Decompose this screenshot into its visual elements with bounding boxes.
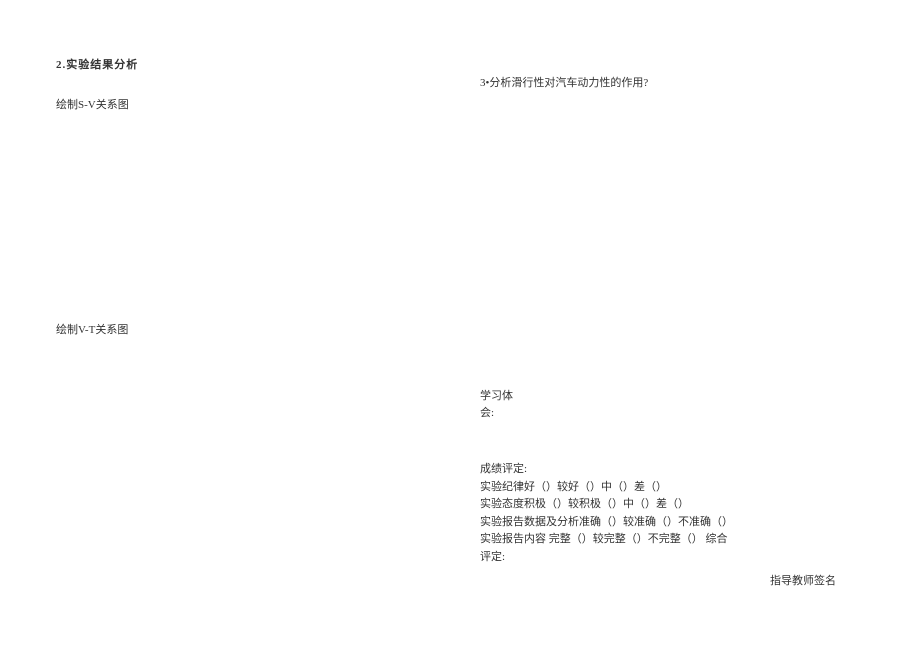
vt-chart-label: 绘制V-T关系图 [56,321,436,337]
study-line-2: 会: [480,407,494,419]
sv-chart-placeholder [56,136,436,321]
study-grade-block: 学习体 会: 成绩评定: 实验纪律好（）较好（）中（）差（） 实验态度积极（）较… [480,388,860,567]
grade-data-accuracy: 实验报告数据及分析准确（）较准确（）不准确（） [480,514,860,532]
grade-block: 成绩评定: 实验纪律好（）较好（）中（）差（） 实验态度积极（）较积极（）中（）… [480,461,860,567]
left-column: 2.实验结果分析 绘制S-V关系图 绘制V-T关系图 [56,56,436,421]
question-3: 3•分析滑行性对汽车动力性的作用? [480,74,860,90]
grade-overall: 评定: [480,549,860,567]
instructor-signature-label: 指导教师签名 [770,572,836,588]
grade-title: 成绩评定: [480,461,860,479]
vt-chart-placeholder [56,361,436,421]
study-line-1: 学习体 [480,390,513,402]
section-2-title: 2.实验结果分析 [56,56,436,72]
grade-content-complete: 实验报告内容 完整（）较完整（）不完整（） 综合 [480,531,860,549]
sv-chart-label: 绘制S-V关系图 [56,96,436,112]
study-experience-label: 学习体 会: [480,388,860,421]
right-column: 3•分析滑行性对汽车动力性的作用? [480,74,860,114]
grade-discipline: 实验纪律好（）较好（）中（）差（） [480,479,860,497]
grade-attitude: 实验态度积极（）较积极（）中（）差（） [480,496,860,514]
